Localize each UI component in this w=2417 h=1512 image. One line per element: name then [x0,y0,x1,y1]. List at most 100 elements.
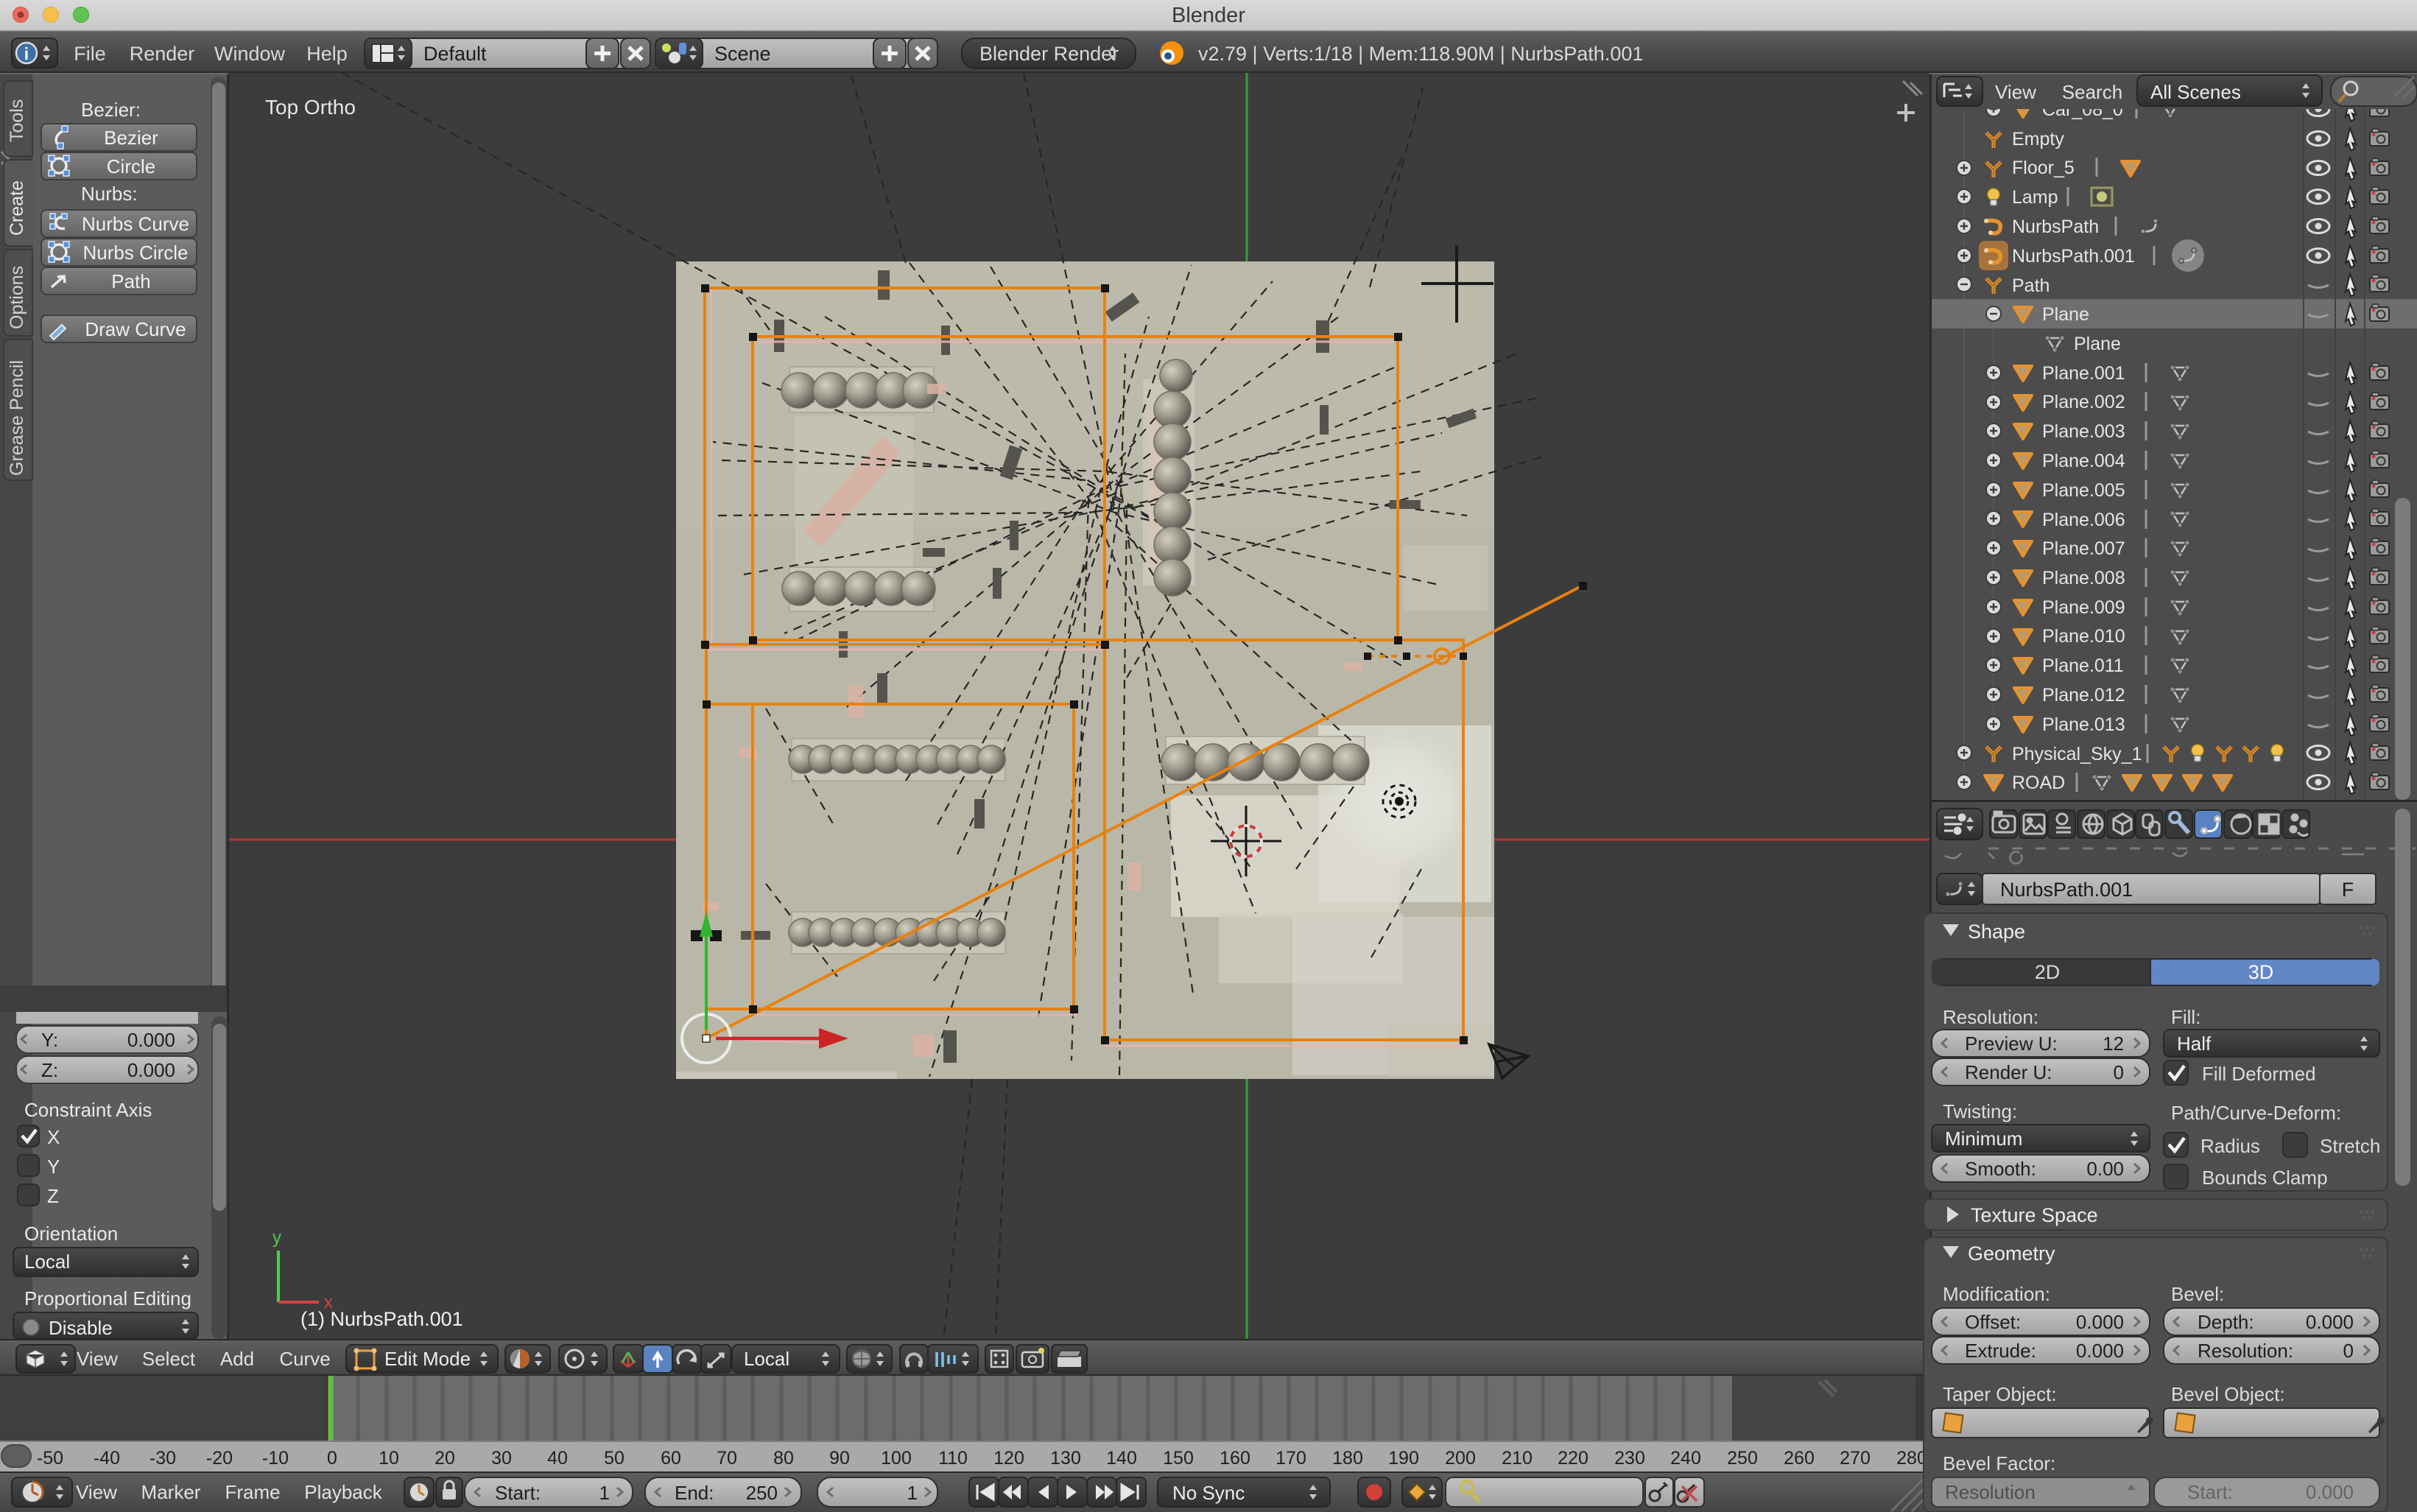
svg-text:Blender: Blender [1172,4,1245,27]
svg-text:3D: 3D [2248,961,2274,983]
svg-text:Draw Curve: Draw Curve [85,318,186,340]
svg-text:Bezier: Bezier [104,127,158,149]
svg-text:v2.79 | Verts:1/18 | Mem:118.9: v2.79 | Verts:1/18 | Mem:118.90M | Nurbs… [1198,43,1643,65]
svg-text:Preview U:: Preview U: [1965,1033,2058,1055]
svg-text:Taper Object:: Taper Object: [1943,1383,2057,1405]
svg-text:260: 260 [1784,1448,1815,1469]
svg-text:Render: Render [130,43,195,65]
svg-text:File: File [74,43,106,65]
svg-text:Marker: Marker [141,1481,201,1503]
svg-text:Top Ortho: Top Ortho [265,96,356,119]
svg-text:Blender Render: Blender Render [979,43,1119,65]
svg-text:Render U:: Render U: [1965,1061,2052,1083]
svg-text:Texture Space: Texture Space [1971,1204,2098,1226]
svg-text:Path/Curve-Deform:: Path/Curve-Deform: [2171,1102,2341,1124]
svg-text:Local: Local [744,1348,789,1370]
svg-text:NurbsPath.001: NurbsPath.001 [2000,879,2133,901]
svg-text:Curve: Curve [279,1348,330,1370]
svg-text:Options: Options [7,266,27,329]
svg-text:Start:: Start: [2187,1481,2233,1503]
svg-text:0.000: 0.000 [2076,1311,2124,1333]
svg-text:Constraint Axis: Constraint Axis [24,1099,152,1121]
svg-text:0.000: 0.000 [2306,1481,2354,1503]
svg-text:Window: Window [214,43,286,65]
svg-text:Start:: Start: [495,1482,541,1504]
svg-text:30: 30 [491,1448,512,1469]
svg-text:Y:: Y: [41,1029,58,1051]
svg-text:40: 40 [547,1448,568,1469]
svg-text:100: 100 [881,1448,912,1469]
svg-text:Tools: Tools [7,99,27,142]
svg-text:Fill Deformed: Fill Deformed [2202,1063,2316,1085]
svg-text:Proportional Editing: Proportional Editing [24,1287,191,1309]
svg-text:200: 200 [1445,1448,1476,1469]
svg-text:Disable: Disable [49,1317,113,1339]
svg-text:Plane.005: Plane.005 [2042,480,2125,501]
svg-text:120: 120 [993,1448,1024,1469]
svg-text:Z: Z [47,1185,59,1207]
svg-text:170: 170 [1276,1448,1306,1469]
svg-text:Twisting:: Twisting: [1943,1100,2017,1122]
svg-text:0.000: 0.000 [2076,1340,2124,1362]
svg-text:Stretch: Stretch [2320,1135,2380,1157]
svg-text:0.000: 0.000 [2306,1311,2354,1333]
svg-text:Bevel Object:: Bevel Object: [2171,1383,2285,1405]
svg-text:Modification:: Modification: [1943,1283,2050,1305]
svg-text:0: 0 [327,1448,337,1469]
svg-text:70: 70 [717,1448,737,1469]
svg-text:10: 10 [379,1448,399,1469]
svg-text:End:: End: [675,1482,714,1504]
svg-text:View: View [77,1348,118,1370]
svg-text:20: 20 [435,1448,455,1469]
svg-text:Scene: Scene [714,43,771,65]
svg-text:Plane.012: Plane.012 [2042,685,2125,706]
svg-text:Create: Create [7,180,27,236]
svg-text:Nurbs Circle: Nurbs Circle [82,242,188,264]
svg-text:Path: Path [2012,275,2050,296]
svg-text:x: x [324,1293,333,1312]
svg-text:210: 210 [1502,1448,1533,1469]
svg-text:180: 180 [1332,1448,1363,1469]
svg-text:80: 80 [773,1448,794,1469]
svg-text:60: 60 [661,1448,681,1469]
svg-text:250: 250 [746,1482,778,1504]
svg-text:Add: Add [220,1348,254,1370]
svg-text:Help: Help [306,43,348,65]
svg-text:130: 130 [1050,1448,1081,1469]
svg-text:Frame: Frame [225,1481,280,1503]
svg-text:-10: -10 [262,1448,289,1469]
svg-text:90: 90 [829,1448,850,1469]
svg-text:0.000: 0.000 [127,1059,175,1081]
svg-text:0: 0 [2114,1061,2124,1083]
svg-text:ROAD: ROAD [2012,773,2065,793]
svg-text:Path: Path [111,270,151,292]
svg-text:X: X [47,1126,60,1148]
svg-text:Edit Mode: Edit Mode [384,1348,471,1370]
svg-text:-40: -40 [94,1448,120,1469]
svg-text:190: 190 [1388,1448,1419,1469]
svg-text:i: i [24,44,29,63]
svg-text:View: View [1995,81,2036,103]
svg-text:NurbsPath.001: NurbsPath.001 [2012,246,2135,267]
svg-text:230: 230 [1614,1448,1645,1469]
svg-text:0.000: 0.000 [127,1029,175,1051]
svg-text:Grease Pencil: Grease Pencil [7,360,27,476]
svg-text:50: 50 [604,1448,625,1469]
svg-text:250: 250 [1727,1448,1758,1469]
svg-text:Resolution:: Resolution: [2198,1340,2293,1362]
svg-text:Circle: Circle [107,155,155,177]
svg-text:Bevel:: Bevel: [2171,1283,2224,1305]
svg-text:Plane.011: Plane.011 [2042,655,2124,676]
svg-text:240: 240 [1670,1448,1701,1469]
svg-text:270: 270 [1840,1448,1871,1469]
svg-text:Fill:: Fill: [2171,1006,2200,1028]
svg-text:All Scenes: All Scenes [2150,81,2241,103]
svg-text:NurbsPath: NurbsPath [2012,217,2099,237]
svg-text:y: y [272,1228,281,1248]
svg-text:Empty: Empty [2012,129,2064,150]
svg-text:Nurbs:: Nurbs: [81,183,138,205]
svg-text:Plane.002: Plane.002 [2042,392,2125,412]
svg-text:280: 280 [1896,1448,1927,1469]
svg-text:No Sync: No Sync [1172,1482,1245,1504]
svg-text:Plane.013: Plane.013 [2042,714,2125,735]
